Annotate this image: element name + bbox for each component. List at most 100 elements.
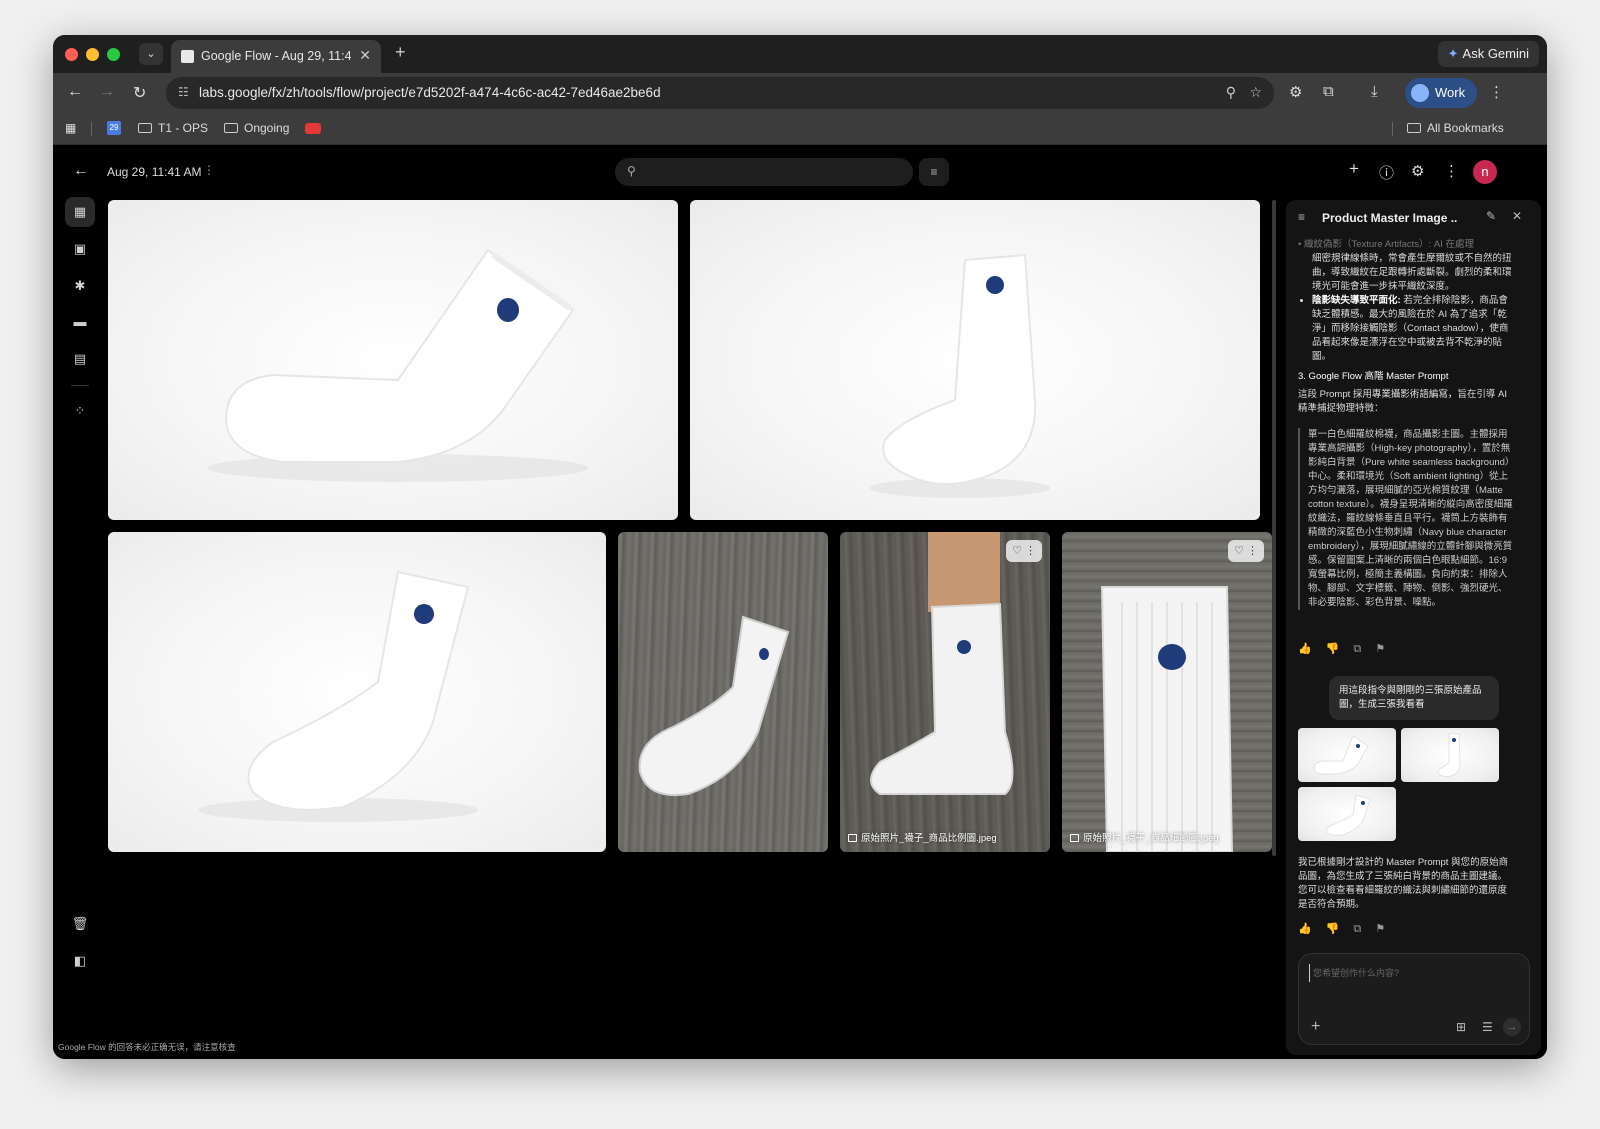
result-thumbnail-1[interactable] bbox=[1298, 728, 1396, 782]
sparkle-grid-icon[interactable]: ⁘ bbox=[65, 396, 95, 426]
edit-icon[interactable]: ✎ bbox=[1486, 209, 1496, 223]
tab-search-button[interactable]: ⌄ bbox=[139, 43, 163, 65]
tile-actions[interactable]: ♡ ⋮ bbox=[1228, 540, 1264, 562]
add-image-icon[interactable]: ⊞ bbox=[1456, 1020, 1466, 1034]
bookmark-divider bbox=[1392, 122, 1393, 136]
prompt-input[interactable] bbox=[1309, 964, 1509, 982]
chat-messages: • 織紋偽影（Texture Artifacts）: AI 在處理 細密規律線條… bbox=[1286, 236, 1541, 1006]
help-icon[interactable]: ⓘ bbox=[1379, 162, 1394, 183]
flag-icon[interactable]: ⚑ bbox=[1375, 923, 1399, 935]
youtube-bookmark-icon[interactable] bbox=[305, 123, 321, 134]
sock-thumb bbox=[1326, 794, 1371, 836]
result-thumbnail-2[interactable] bbox=[1401, 728, 1499, 782]
page-favicon-icon bbox=[181, 50, 194, 63]
all-bookmarks-button[interactable]: All Bookmarks bbox=[1407, 121, 1504, 135]
active-tab[interactable]: Google Flow - Aug 29, 11:41 AM ✕ bbox=[171, 40, 381, 73]
tile-actions[interactable]: ♡ ⋮ bbox=[1006, 540, 1042, 562]
bookmark-folder-t1-ops[interactable]: T1 - OPS bbox=[138, 121, 208, 135]
tile-more-icon[interactable]: ⋮ bbox=[1025, 545, 1036, 557]
ask-gemini-button[interactable]: ✦ Ask Gemini bbox=[1437, 41, 1539, 67]
generated-image-2[interactable] bbox=[690, 200, 1260, 520]
chat-title: Product Master Image ... bbox=[1322, 211, 1458, 225]
filter-button[interactable]: ≡ bbox=[919, 158, 949, 186]
profile-button[interactable]: Work bbox=[1405, 78, 1477, 108]
assistant-reply: 我已根據剛才設計的 Master Prompt 與您的原始商品圖，為您生成了三張… bbox=[1298, 857, 1509, 910]
person-icon[interactable]: ✱ bbox=[65, 271, 95, 301]
thumbs-up-icon[interactable]: 👍 bbox=[1298, 643, 1326, 655]
thumbs-down-icon[interactable]: 👎 bbox=[1326, 923, 1354, 935]
image-icon[interactable]: ▣ bbox=[65, 234, 95, 264]
forward-arrow-icon[interactable]: → bbox=[99, 83, 115, 101]
original-photo-detail[interactable]: ♡ ⋮ 原始照片_襪子_商品細節圖.jpeg bbox=[1062, 532, 1272, 852]
download-icon[interactable]: ⤓ bbox=[1371, 83, 1378, 100]
search-input[interactable]: ⚲ bbox=[615, 158, 913, 186]
new-tab-button[interactable]: + bbox=[395, 42, 406, 63]
close-icon[interactable]: ✕ bbox=[1512, 209, 1522, 223]
thumbs-up-icon[interactable]: 👍 bbox=[1298, 923, 1326, 935]
calendar-bookmark-icon[interactable]: 29 bbox=[107, 121, 121, 135]
menu-icon[interactable]: ≡ bbox=[1298, 210, 1305, 224]
copy-icon[interactable]: ⧉ bbox=[1353, 643, 1375, 655]
generated-image-1[interactable] bbox=[108, 200, 678, 520]
sock-thumb bbox=[1437, 733, 1461, 778]
bookmarks-bar: ▦ 29 T1 - OPS Ongoing All Bookmarks bbox=[53, 113, 1547, 145]
close-window-button[interactable] bbox=[65, 48, 78, 61]
add-icon[interactable]: + bbox=[1349, 159, 1359, 179]
image-file-icon bbox=[1070, 834, 1079, 842]
more-menu-icon[interactable]: ⋮ bbox=[1444, 162, 1459, 180]
panel-toggle-icon[interactable]: ◧ bbox=[65, 946, 95, 976]
send-arrow-icon[interactable]: → bbox=[1503, 1018, 1521, 1036]
site-info-icon[interactable]: ☷ bbox=[178, 85, 189, 99]
thumbs-down-icon[interactable]: 👎 bbox=[1326, 643, 1354, 655]
bookmark-folder-ongoing[interactable]: Ongoing bbox=[224, 121, 289, 135]
address-bar[interactable]: ☷ labs.google/fx/zh/tools/flow/project/e… bbox=[166, 77, 1274, 109]
sock-illustration bbox=[638, 615, 790, 796]
chat-panel-header: ≡ Product Master Image ... ✎ ✕ bbox=[1286, 200, 1541, 236]
leg-sock-illustration bbox=[870, 532, 1014, 795]
zoom-search-icon[interactable]: ⚲ bbox=[1226, 84, 1236, 101]
back-arrow-icon[interactable]: ← bbox=[73, 162, 89, 180]
flag-icon[interactable]: ⚑ bbox=[1375, 643, 1399, 655]
bookmark-star-icon[interactable]: ☆ bbox=[1249, 84, 1262, 101]
folder-icon bbox=[138, 123, 152, 133]
minimize-window-button[interactable] bbox=[86, 48, 99, 61]
result-thumbnail-3[interactable] bbox=[1298, 787, 1396, 841]
prompt-composer: + ⊞ ☰ → bbox=[1298, 953, 1530, 1045]
url-text: labs.google/fx/zh/tools/flow/project/e7d… bbox=[199, 85, 661, 100]
original-photo-wood[interactable] bbox=[618, 532, 828, 852]
avatar[interactable]: n bbox=[1473, 160, 1497, 184]
bullet-continuation: 細密規律線條時，常會產生摩爾紋或不自然的扭曲，導致織紋在足跟轉折處斷裂。劇烈的柔… bbox=[1298, 252, 1516, 294]
apps-grid-icon[interactable]: ▦ bbox=[65, 121, 76, 135]
trash-icon[interactable]: 🗑 bbox=[65, 909, 95, 939]
heart-icon[interactable]: ♡ bbox=[1012, 545, 1022, 557]
original-photo-proportion[interactable]: ♡ ⋮ 原始照片_襪子_商品比例圖.jpeg bbox=[840, 532, 1050, 852]
sock-detail-illustration bbox=[1100, 586, 1234, 852]
tab-title: Google Flow - Aug 29, 11:41 AM bbox=[201, 49, 351, 63]
add-folder-icon[interactable]: ▤ bbox=[65, 344, 95, 374]
settings-sliders-icon[interactable]: ☰ bbox=[1482, 1020, 1493, 1034]
scene-clapper-icon[interactable]: ▬ bbox=[65, 307, 95, 337]
profile-label: Work bbox=[1435, 85, 1466, 100]
grid-view-icon[interactable]: ▦ bbox=[65, 197, 95, 227]
settings-gear-icon[interactable]: ⚙ bbox=[1411, 162, 1424, 180]
project-menu-icon[interactable]: ⋮ bbox=[203, 163, 215, 177]
generated-image-3[interactable] bbox=[108, 532, 606, 852]
close-tab-icon[interactable]: ✕ bbox=[359, 47, 371, 64]
extensions-puzzle-icon[interactable]: ⧉ bbox=[1323, 83, 1334, 100]
add-attachment-icon[interactable]: + bbox=[1311, 1018, 1320, 1036]
tab-strip: ⌄ Google Flow - Aug 29, 11:41 AM ✕ + ✦As… bbox=[53, 35, 1547, 73]
browser-window: ⌄ Google Flow - Aug 29, 11:41 AM ✕ + ✦As… bbox=[53, 35, 1547, 1059]
reload-icon[interactable]: ↻ bbox=[133, 83, 146, 103]
response-actions: 👍👎⧉⚑ bbox=[1298, 922, 1399, 936]
section-intro: 這段 Prompt 採用專業攝影術語編寫，旨在引導 AI 精準捕捉物理特徵： bbox=[1298, 389, 1508, 414]
gallery-scrollbar[interactable] bbox=[1272, 200, 1276, 856]
back-arrow-icon[interactable]: ← bbox=[67, 83, 83, 101]
zoom-window-button[interactable] bbox=[107, 48, 120, 61]
extension-openai-icon[interactable]: ⚙ bbox=[1289, 83, 1302, 101]
browser-menu-icon[interactable]: ⋮ bbox=[1489, 83, 1504, 101]
copy-icon[interactable]: ⧉ bbox=[1353, 923, 1375, 935]
bullet-item: 陰影缺失導致平面化: 若完全排除陰影，商品會缺乏體積感。最大的風險在於 AI 為… bbox=[1298, 294, 1516, 364]
heart-icon[interactable]: ♡ bbox=[1234, 545, 1244, 557]
tile-more-icon[interactable]: ⋮ bbox=[1247, 545, 1258, 557]
bullet-heading: 陰影缺失導致平面化: bbox=[1312, 295, 1401, 306]
